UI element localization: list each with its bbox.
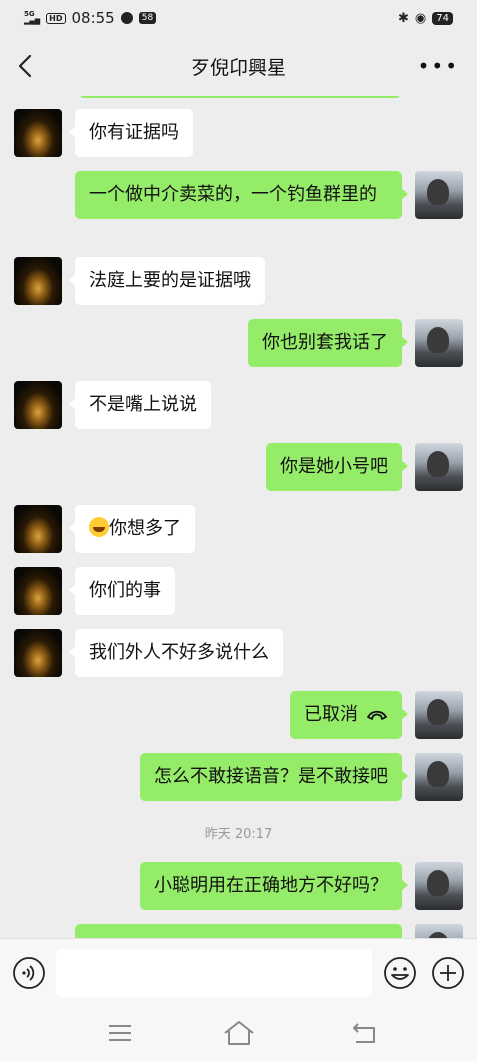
emoji-icon[interactable] [383,956,417,990]
home-icon[interactable] [222,1019,256,1047]
back-icon[interactable] [350,1020,378,1046]
contact-avatar[interactable] [14,109,62,157]
notification-count: 58 [138,12,157,24]
contact-avatar[interactable] [14,257,62,305]
input-bar [0,938,477,1006]
my-avatar[interactable] [415,171,463,219]
system-nav-bar [0,1006,477,1061]
more-options-icon[interactable]: ••• [418,56,459,76]
message-text: 你想多了 [109,518,181,539]
message-bubble-incoming[interactable]: 不是嘴上说说 [69,381,211,429]
contact-avatar[interactable] [14,505,62,553]
back-arrow-icon[interactable] [12,50,40,82]
hd-badge: HD [46,12,66,24]
my-avatar[interactable] [415,862,463,910]
my-avatar[interactable] [415,319,463,367]
contact-avatar[interactable] [14,567,62,615]
message-bubble-outgoing[interactable]: 小聪明用在正确地方不好吗？ [140,862,408,910]
message-bubble-outgoing[interactable]: 你也别套我话了 [248,319,408,367]
my-avatar[interactable] [415,753,463,801]
chat-notification-icon [120,12,133,24]
contact-avatar[interactable] [14,381,62,429]
plus-icon[interactable] [431,956,465,990]
message-input[interactable] [56,949,372,997]
message-timestamp: 昨天 20:17 [204,827,273,842]
call-cancelled-icon [367,710,387,720]
call-status-text: 已取消 [304,704,358,725]
message-bubble-outgoing[interactable]: 怎么不敢接语音？是不敢接吧 [140,753,408,801]
signal-icon: 5G ▂▄▆ [24,10,41,25]
voice-icon[interactable] [12,956,46,990]
my-avatar[interactable] [415,691,463,739]
laughing-tears-emoji-icon [89,517,109,537]
message-bubble-incoming[interactable]: 法庭上要的是证据哦 [69,257,265,305]
voice-call-bubble[interactable]: 已取消 [290,691,408,739]
message-bubble-incoming[interactable]: 我们外人不好多说什么 [69,629,283,677]
message-bubble-outgoing[interactable]: 一个做中介卖菜的，一个钓鱼群里的 [75,171,408,219]
battery-indicator: 74 [432,11,453,25]
chat-header: 歹倪卬興星 ••• [0,36,477,96]
message-bubble-outgoing[interactable] [75,924,402,938]
contact-avatar[interactable] [14,629,62,677]
bluetooth-icon: ✱ [398,10,409,26]
alarm-icon: ◉ [414,10,427,26]
my-avatar[interactable] [415,924,463,938]
message-bubble-incoming[interactable]: 你们的事 [69,567,175,615]
message-bubble-outgoing[interactable]: 你是她小号吧 [266,443,408,491]
chat-title: 歹倪卬興星 [190,56,286,79]
status-bar: 5G ▂▄▆ HD 08:55 58 ✱ ◉ 74 [0,0,477,36]
status-time: 08:55 [71,9,115,27]
message-bubble-incoming[interactable]: 你想多了 [69,505,195,553]
message-list[interactable]: 你有证据吗 一个做中介卖菜的，一个钓鱼群里的 法庭上要的是证据哦 你也别套我话了… [0,96,477,938]
message-bubble-incoming[interactable]: 你有证据吗 [69,109,193,157]
menu-icon[interactable] [106,1021,134,1045]
my-avatar[interactable] [415,443,463,491]
previous-message-edge [80,96,400,98]
